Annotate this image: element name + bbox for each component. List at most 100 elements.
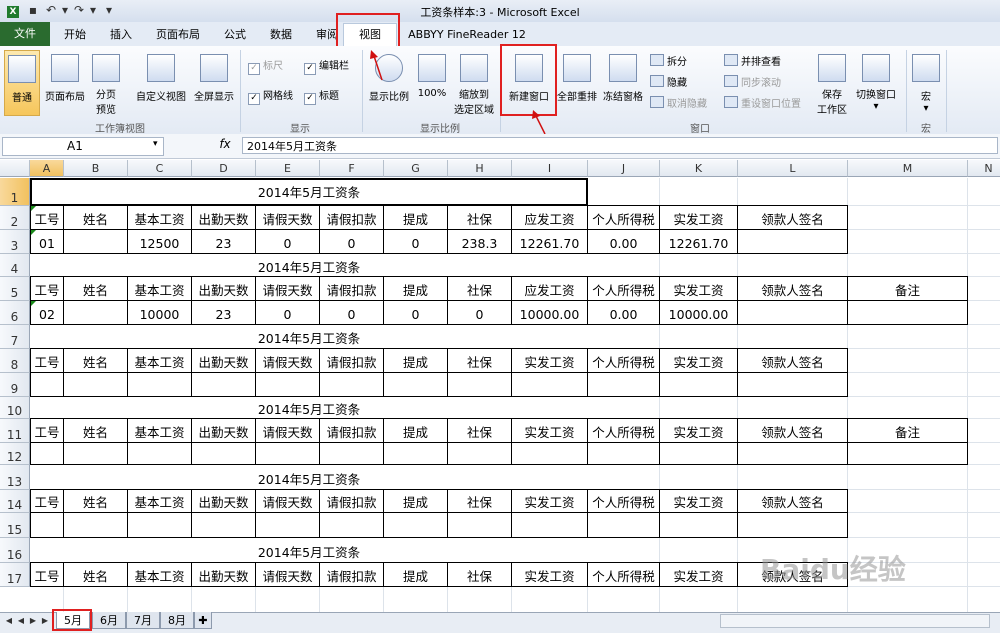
- data-cell[interactable]: 0: [256, 301, 320, 325]
- header-cell[interactable]: 请假扣款: [320, 490, 384, 513]
- header-cell[interactable]: 实发工资: [512, 349, 588, 373]
- data-cell[interactable]: 0: [384, 301, 448, 325]
- header-cell[interactable]: 姓名: [64, 206, 128, 230]
- data-cell[interactable]: 10000.00: [512, 301, 588, 325]
- data-cell[interactable]: [128, 443, 192, 465]
- header-cell[interactable]: 请假扣款: [320, 563, 384, 587]
- data-cell[interactable]: [512, 373, 588, 397]
- header-cell[interactable]: 基本工资: [128, 349, 192, 373]
- header-cell[interactable]: 应发工资: [512, 277, 588, 301]
- column-header[interactable]: K: [660, 160, 738, 177]
- column-header[interactable]: A: [30, 160, 64, 177]
- header-cell[interactable]: 社保: [448, 419, 512, 443]
- column-header[interactable]: H: [448, 160, 512, 177]
- data-cell[interactable]: 238.3: [448, 230, 512, 254]
- sheet-tab-7[interactable]: 7月: [126, 612, 160, 629]
- header-cell[interactable]: 社保: [448, 206, 512, 230]
- data-cell[interactable]: [64, 230, 128, 254]
- data-cell[interactable]: [448, 373, 512, 397]
- row-header[interactable]: 13: [0, 465, 30, 490]
- next-sheet-icon[interactable]: ▶: [28, 615, 38, 627]
- header-cell[interactable]: 请假天数: [256, 349, 320, 373]
- data-cell[interactable]: 10000: [128, 301, 192, 325]
- data-cell[interactable]: [320, 443, 384, 465]
- header-cell[interactable]: 社保: [448, 563, 512, 587]
- header-cell[interactable]: 工号: [30, 490, 64, 513]
- header-cell[interactable]: 应发工资: [512, 206, 588, 230]
- header-cell[interactable]: 出勤天数: [192, 563, 256, 587]
- note-header[interactable]: 备注: [848, 419, 968, 443]
- header-cell[interactable]: 基本工资: [128, 563, 192, 587]
- row-header[interactable]: 15: [0, 513, 30, 538]
- data-cell[interactable]: 0: [320, 230, 384, 254]
- header-cell[interactable]: 基本工资: [128, 490, 192, 513]
- row-header[interactable]: 5: [0, 277, 30, 301]
- data-cell[interactable]: 0: [384, 230, 448, 254]
- column-header[interactable]: F: [320, 160, 384, 177]
- data-cell[interactable]: [738, 443, 848, 465]
- data-cell[interactable]: [192, 513, 256, 538]
- header-cell[interactable]: 实发工资: [512, 419, 588, 443]
- header-cell[interactable]: 实发工资: [660, 277, 738, 301]
- header-cell[interactable]: 提成: [384, 490, 448, 513]
- data-cell[interactable]: 12261.70: [512, 230, 588, 254]
- data-cell[interactable]: 12261.70: [660, 230, 738, 254]
- header-cell[interactable]: 实发工资: [660, 490, 738, 513]
- insert-function-icon[interactable]: fx: [210, 137, 240, 151]
- data-cell[interactable]: [738, 230, 848, 254]
- data-cell[interactable]: [384, 513, 448, 538]
- header-cell[interactable]: 领款人签名: [738, 349, 848, 373]
- header-cell[interactable]: 请假天数: [256, 419, 320, 443]
- worksheet-grid[interactable]: A B C D E F G H I J K L M N 1 2 3 4 5 6 7 8 9 10 11 12 13 14 15 16 17 2…: [0, 160, 1000, 612]
- data-cell[interactable]: 0: [256, 230, 320, 254]
- data-cell[interactable]: [448, 443, 512, 465]
- data-cell[interactable]: [128, 373, 192, 397]
- data-cell[interactable]: [588, 443, 660, 465]
- header-cell[interactable]: 姓名: [64, 277, 128, 301]
- header-cell[interactable]: 请假天数: [256, 277, 320, 301]
- data-cell[interactable]: [738, 301, 848, 325]
- data-cell[interactable]: 12500: [128, 230, 192, 254]
- row-header[interactable]: 16: [0, 538, 30, 563]
- header-cell[interactable]: 姓名: [64, 490, 128, 513]
- data-cell[interactable]: [738, 513, 848, 538]
- header-cell[interactable]: 个人所得税: [588, 206, 660, 230]
- data-cell[interactable]: 0: [320, 301, 384, 325]
- column-header[interactable]: C: [128, 160, 192, 177]
- first-sheet-icon[interactable]: ◀: [4, 615, 14, 627]
- data-cell[interactable]: [320, 513, 384, 538]
- note-cell[interactable]: [848, 443, 968, 465]
- header-cell[interactable]: 提成: [384, 349, 448, 373]
- row-header[interactable]: 7: [0, 325, 30, 349]
- data-cell[interactable]: [384, 443, 448, 465]
- header-cell[interactable]: 社保: [448, 277, 512, 301]
- header-cell[interactable]: 个人所得税: [588, 277, 660, 301]
- header-cell[interactable]: 请假扣款: [320, 419, 384, 443]
- data-cell[interactable]: [192, 443, 256, 465]
- column-header[interactable]: L: [738, 160, 848, 177]
- data-cell[interactable]: [64, 301, 128, 325]
- header-cell[interactable]: 请假天数: [256, 490, 320, 513]
- data-cell[interactable]: [192, 373, 256, 397]
- header-cell[interactable]: 工号: [30, 419, 64, 443]
- column-header[interactable]: D: [192, 160, 256, 177]
- header-cell[interactable]: 实发工资: [660, 419, 738, 443]
- row-header[interactable]: 14: [0, 490, 30, 513]
- header-cell[interactable]: 个人所得税: [588, 490, 660, 513]
- header-cell[interactable]: 出勤天数: [192, 206, 256, 230]
- data-cell[interactable]: 23: [192, 230, 256, 254]
- note-cell[interactable]: [848, 301, 968, 325]
- data-cell[interactable]: 0: [448, 301, 512, 325]
- header-cell[interactable]: 提成: [384, 419, 448, 443]
- header-cell[interactable]: 工号: [30, 563, 64, 587]
- header-cell[interactable]: 个人所得税: [588, 419, 660, 443]
- sheet-tab-6[interactable]: 6月: [92, 612, 126, 629]
- column-header[interactable]: M: [848, 160, 968, 177]
- data-cell[interactable]: [320, 373, 384, 397]
- row-header[interactable]: 8: [0, 349, 30, 373]
- data-cell[interactable]: [660, 513, 738, 538]
- name-box[interactable]: A1 ▾: [2, 137, 164, 156]
- data-cell[interactable]: 0.00: [588, 230, 660, 254]
- column-header[interactable]: I: [512, 160, 588, 177]
- header-cell[interactable]: 领款人签名: [738, 490, 848, 513]
